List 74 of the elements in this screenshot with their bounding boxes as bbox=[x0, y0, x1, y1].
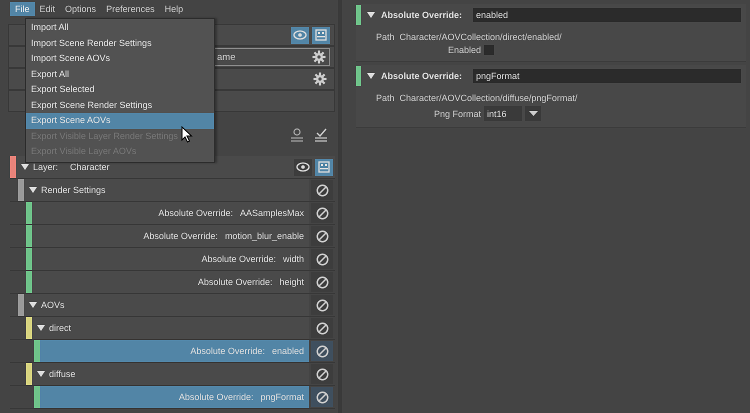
path-label: Path bbox=[376, 93, 395, 103]
disable-icon[interactable] bbox=[311, 387, 333, 407]
attribute-field[interactable]: pngFormat bbox=[473, 69, 741, 83]
collection-name: Character bbox=[70, 162, 110, 172]
disable-icon[interactable] bbox=[311, 295, 333, 315]
tree-row[interactable]: Absolute Override: height bbox=[32, 271, 309, 293]
override-label: Absolute Override: bbox=[198, 277, 272, 287]
checkbox[interactable] bbox=[484, 45, 494, 55]
expand-arrow-icon[interactable] bbox=[29, 302, 37, 308]
stack-icon[interactable] bbox=[290, 128, 304, 144]
menu-item[interactable]: Import Scene Render Settings bbox=[26, 36, 214, 51]
tree-row[interactable]: Absolute Override: width bbox=[32, 248, 309, 270]
menu-title[interactable]: Preferences bbox=[101, 2, 160, 16]
tree-row[interactable]: Absolute Override: AASamplesMax bbox=[32, 202, 309, 224]
override-name: enabled bbox=[272, 346, 304, 356]
override-name: pngFormat bbox=[260, 392, 304, 402]
disable-icon[interactable] bbox=[311, 318, 333, 338]
layer-label: Layer: bbox=[33, 162, 58, 172]
path-label: Path bbox=[376, 32, 395, 42]
expand-arrow-icon[interactable] bbox=[367, 73, 375, 79]
render-icon[interactable] bbox=[315, 158, 333, 176]
path-text: Character/AOVCollection/diffuse/pngFormat/ bbox=[400, 93, 578, 103]
color-bar bbox=[356, 66, 361, 86]
menu-item[interactable]: Export Selected bbox=[26, 82, 214, 98]
attribute-field[interactable]: enabled bbox=[473, 8, 741, 22]
override-label: Absolute Override: bbox=[143, 231, 218, 241]
menu-title[interactable]: File bbox=[10, 2, 35, 16]
checklist-icon[interactable] bbox=[314, 128, 328, 144]
field-label: Enabled bbox=[446, 45, 481, 55]
disable-icon[interactable] bbox=[311, 180, 333, 200]
override-name: width bbox=[282, 254, 304, 264]
override-name: height bbox=[279, 277, 304, 287]
tree-row[interactable]: direct bbox=[32, 317, 309, 339]
menu-title[interactable]: Edit bbox=[34, 2, 60, 16]
override-label: Absolute Override: bbox=[158, 208, 233, 218]
disable-icon[interactable] bbox=[311, 203, 333, 223]
path-text: Character/AOVCollection/direct/enabled/ bbox=[400, 32, 562, 42]
collection-name: direct bbox=[49, 323, 72, 333]
cursor-icon bbox=[181, 126, 193, 143]
format-dropdown[interactable]: int16 bbox=[484, 106, 522, 121]
color-bar bbox=[356, 5, 361, 25]
expand-arrow-icon[interactable] bbox=[37, 371, 45, 377]
expand-arrow-icon[interactable] bbox=[367, 12, 375, 18]
tree-row[interactable]: Absolute Override: motion_blur_enable bbox=[32, 225, 309, 247]
disable-icon[interactable] bbox=[311, 341, 333, 361]
disable-icon[interactable] bbox=[311, 364, 333, 384]
collection-name: Render Settings bbox=[41, 185, 106, 195]
expand-arrow-icon[interactable] bbox=[29, 187, 37, 193]
eye-icon[interactable] bbox=[291, 26, 309, 44]
tree-row[interactable]: Render Settings bbox=[24, 179, 309, 201]
field-label: Png Format bbox=[432, 108, 481, 118]
disable-icon[interactable] bbox=[311, 272, 333, 292]
override-label: Absolute Override: bbox=[381, 71, 464, 81]
override-name: AASamplesMax bbox=[240, 208, 304, 218]
override-name: motion_blur_enable bbox=[224, 231, 304, 241]
menu-title[interactable]: Options bbox=[60, 2, 102, 16]
collection-name: AOVs bbox=[41, 300, 65, 310]
expand-arrow-icon[interactable] bbox=[21, 164, 29, 170]
eye-icon[interactable] bbox=[294, 158, 312, 176]
override-label: Absolute Override: bbox=[201, 254, 276, 264]
menu-item[interactable]: Export Scene AOVs bbox=[26, 113, 214, 128]
menu-item[interactable]: Import All bbox=[26, 20, 214, 36]
tree-row[interactable]: diffuse bbox=[32, 363, 309, 385]
menu-item[interactable]: Export Scene Render Settings bbox=[26, 98, 214, 113]
override-label: Absolute Override: bbox=[381, 10, 464, 20]
tree-row[interactable]: AOVs bbox=[24, 294, 309, 316]
render-icon[interactable] bbox=[312, 26, 330, 44]
collection-name: diffuse bbox=[49, 369, 76, 379]
override-label: Absolute Override: bbox=[178, 392, 254, 402]
disable-icon[interactable] bbox=[311, 226, 333, 246]
override-label: Absolute Override: bbox=[190, 346, 265, 356]
menu-title[interactable]: Help bbox=[160, 2, 188, 16]
disable-icon[interactable] bbox=[311, 249, 333, 269]
expand-arrow-icon[interactable] bbox=[37, 325, 45, 331]
